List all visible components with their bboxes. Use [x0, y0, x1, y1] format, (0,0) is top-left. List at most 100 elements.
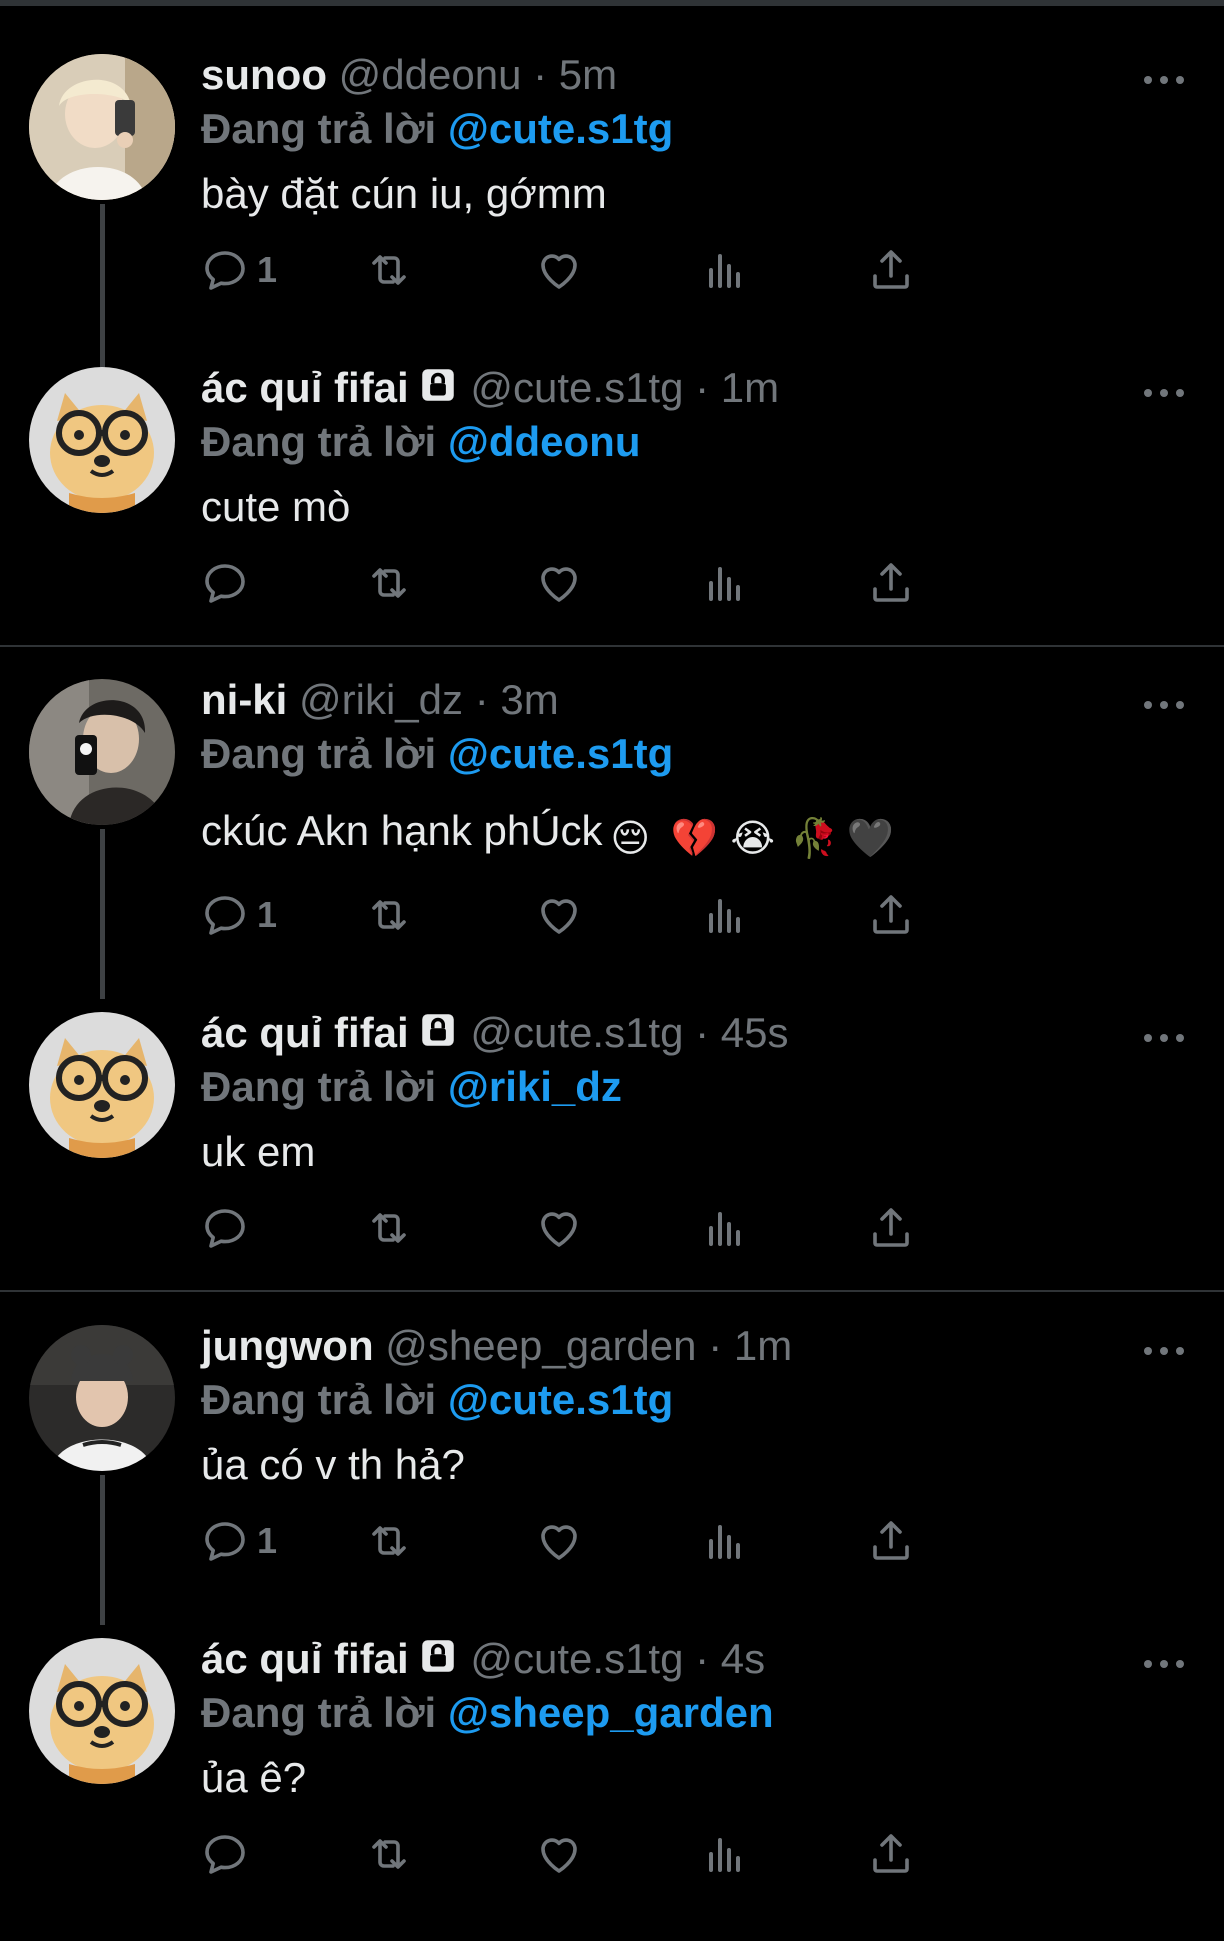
replying-to: Đang trả lời @riki_dz — [201, 1062, 622, 1112]
tweet[interactable]: ni-ki @riki_dz · 3m Đang trả lời @cute.s… — [0, 669, 1224, 982]
share-button[interactable] — [867, 240, 915, 300]
avatar[interactable] — [29, 1638, 175, 1784]
timestamp[interactable]: · 1m — [695, 364, 779, 411]
user-handle[interactable]: @cute.s1tg — [470, 364, 683, 411]
replying-to-link[interactable]: @cute.s1tg — [448, 1376, 673, 1423]
reply-icon — [205, 1835, 245, 1874]
user-handle[interactable]: @sheep_garden — [385, 1322, 696, 1369]
analytics-button[interactable] — [701, 553, 749, 613]
timestamp[interactable]: · 1m — [708, 1322, 792, 1369]
retweet-button[interactable] — [365, 553, 413, 613]
timestamp[interactable]: · 5m — [533, 51, 617, 98]
more-button[interactable] — [1140, 1652, 1188, 1676]
retweet-icon — [372, 255, 406, 285]
user-handle[interactable]: @riki_dz — [299, 676, 463, 723]
display-name[interactable]: ác quỉ fifai — [201, 1009, 409, 1056]
retweet-button[interactable] — [365, 1511, 413, 1571]
more-button[interactable] — [1140, 693, 1188, 717]
timestamp[interactable]: · 3m — [475, 676, 559, 723]
retweet-button[interactable] — [365, 1198, 413, 1258]
replying-to-link[interactable]: @sheep_garden — [448, 1689, 774, 1736]
more-button[interactable] — [1140, 381, 1188, 405]
replying-to-link[interactable]: @ddeonu — [448, 418, 641, 465]
tweet-text: ckúc Akn hạnk phÚck 😔 💔 😭 🥀 🖤 — [201, 805, 894, 860]
share-button[interactable] — [867, 553, 915, 613]
retweet-button[interactable] — [365, 240, 413, 300]
share-button[interactable] — [867, 1824, 915, 1884]
timestamp[interactable]: · 45s — [695, 1009, 788, 1056]
timestamp[interactable]: · 4s — [695, 1635, 765, 1682]
display-name[interactable]: ác quỉ fifai — [201, 1635, 409, 1682]
lock-icon — [417, 1009, 459, 1051]
like-button[interactable] — [535, 1824, 583, 1884]
heart-icon — [541, 1838, 577, 1873]
retweet-button[interactable] — [365, 1824, 413, 1884]
reply-button[interactable] — [201, 1824, 257, 1884]
analytics-button[interactable] — [701, 240, 749, 300]
display-name[interactable]: jungwon — [201, 1322, 374, 1369]
analytics-icon — [709, 1212, 740, 1246]
avatar[interactable] — [29, 679, 175, 825]
replying-to-link[interactable]: @cute.s1tg — [448, 105, 673, 152]
user-handle[interactable]: @cute.s1tg — [470, 1009, 683, 1056]
like-button[interactable] — [535, 553, 583, 613]
more-button[interactable] — [1140, 68, 1188, 92]
reply-button[interactable]: 1 — [201, 885, 277, 945]
reply-count: 1 — [257, 1520, 278, 1561]
analytics-button[interactable] — [701, 1824, 749, 1884]
lock-icon — [417, 1635, 459, 1677]
display-name[interactable]: ni-ki — [201, 676, 287, 723]
share-icon — [873, 250, 909, 289]
retweet-icon — [372, 1526, 406, 1556]
share-icon — [873, 563, 909, 602]
tweet-actions — [201, 1824, 1081, 1884]
replying-to-link[interactable]: @riki_dz — [448, 1063, 622, 1110]
tweet-actions: 1 — [201, 1511, 1081, 1571]
analytics-button[interactable] — [701, 885, 749, 945]
avatar[interactable] — [29, 1325, 175, 1471]
more-icon — [1144, 389, 1184, 397]
like-button[interactable] — [535, 1198, 583, 1258]
person-photo-icon — [29, 679, 175, 825]
heart-icon — [541, 1525, 577, 1560]
tweet-header: ác quỉ fifai @cute.s1tg · 1m — [201, 363, 779, 413]
avatar[interactable] — [29, 54, 175, 200]
more-button[interactable] — [1140, 1339, 1188, 1363]
replying-to: Đang trả lời @ddeonu — [201, 417, 641, 467]
like-button[interactable] — [535, 1511, 583, 1571]
wilted-rose-emoji-icon: 🥀 — [790, 818, 838, 860]
avatar[interactable] — [29, 1012, 175, 1158]
replying-to: Đang trả lời @cute.s1tg — [201, 104, 673, 154]
tweet[interactable]: ác quỉ fifai @cute.s1tg · 1m Đang trả lờ… — [0, 357, 1224, 670]
tweet-actions — [201, 553, 1081, 613]
share-button[interactable] — [867, 1198, 915, 1258]
reply-button[interactable] — [201, 1198, 257, 1258]
replying-to-link[interactable]: @cute.s1tg — [448, 730, 673, 777]
display-name[interactable]: sunoo — [201, 51, 327, 98]
tweet[interactable]: ác quỉ fifai @cute.s1tg · 4s Đang trả lờ… — [0, 1628, 1224, 1941]
more-button[interactable] — [1140, 1026, 1188, 1050]
analytics-button[interactable] — [701, 1511, 749, 1571]
analytics-icon — [709, 1525, 740, 1559]
retweet-button[interactable] — [365, 885, 413, 945]
reply-button[interactable]: 1 — [201, 240, 277, 300]
analytics-icon — [709, 899, 740, 933]
user-handle[interactable]: @cute.s1tg — [470, 1635, 683, 1682]
dog-with-glasses-icon — [29, 1012, 175, 1158]
more-icon — [1144, 1034, 1184, 1042]
reply-button[interactable] — [201, 553, 257, 613]
like-button[interactable] — [535, 885, 583, 945]
tweet[interactable]: sunoo @ddeonu · 5m Đang trả lời @cute.s1… — [0, 44, 1224, 357]
reply-button[interactable]: 1 — [201, 1511, 277, 1571]
share-button[interactable] — [867, 885, 915, 945]
tweet[interactable]: ác quỉ fifai @cute.s1tg · 45s Đang trả l… — [0, 1002, 1224, 1315]
display-name[interactable]: ác quỉ fifai — [201, 364, 409, 411]
share-button[interactable] — [867, 1511, 915, 1571]
analytics-button[interactable] — [701, 1198, 749, 1258]
avatar[interactable] — [29, 367, 175, 513]
tweet-text: ủa có v th hả? — [201, 1441, 465, 1488]
tweet[interactable]: jungwon @sheep_garden · 1m Đang trả lời … — [0, 1315, 1224, 1628]
heart-icon — [541, 254, 577, 289]
user-handle[interactable]: @ddeonu — [339, 51, 522, 98]
like-button[interactable] — [535, 240, 583, 300]
